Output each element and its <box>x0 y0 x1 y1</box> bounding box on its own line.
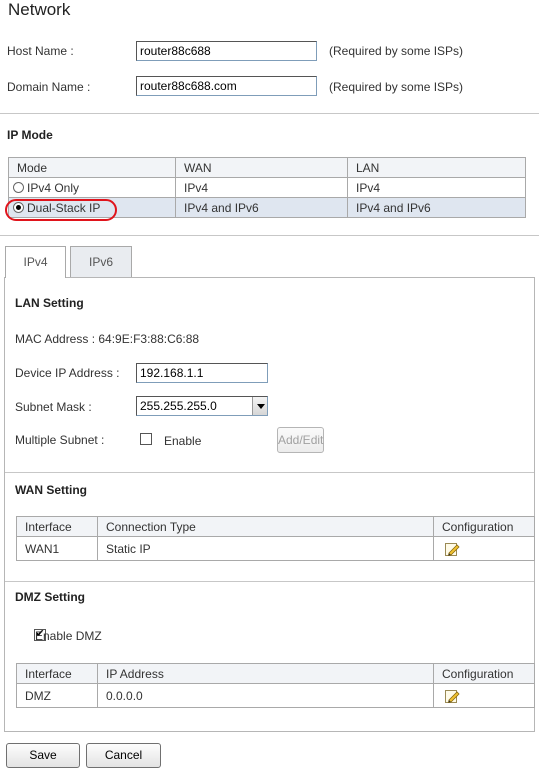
radio-icon[interactable] <box>13 181 24 193</box>
domain-name-label: Domain Name : <box>7 80 91 94</box>
dmz-interface-value: DMZ <box>16 683 98 708</box>
wan-setting-heading: WAN Setting <box>15 483 87 497</box>
dmz-configuration-cell <box>433 683 535 708</box>
dmz-setting-heading: DMZ Setting <box>15 590 85 604</box>
device-ip-label: Device IP Address : <box>15 366 120 380</box>
cancel-button[interactable]: Cancel <box>86 743 161 768</box>
edit-pencil-icon[interactable] <box>444 541 460 557</box>
multiple-subnet-label: Multiple Subnet : <box>15 433 105 447</box>
divider <box>0 113 539 114</box>
ip-mode-lan-value: IPv4 and IPv6 <box>347 197 526 218</box>
wan-table: Interface Connection Type Configuration … <box>16 516 535 561</box>
divider <box>5 581 534 582</box>
tab-ipv4[interactable]: IPv4 <box>5 246 66 278</box>
device-ip-input[interactable] <box>136 363 268 383</box>
ip-mode-wan-value: IPv4 and IPv6 <box>175 197 348 218</box>
wan-connection-type-value: Static IP <box>97 536 434 561</box>
ip-mode-option-ipv4-only[interactable]: IPv4 Only <box>8 177 176 198</box>
lan-setting-heading: LAN Setting <box>15 296 84 310</box>
ip-mode-wan-value: IPv4 <box>175 177 348 198</box>
edit-pencil-icon[interactable] <box>444 688 460 704</box>
wan-col-connection-type: Connection Type <box>97 516 434 537</box>
save-button[interactable]: Save <box>6 743 80 768</box>
mac-address-value: 64:9E:F3:88:C6:88 <box>98 332 200 346</box>
tab-ipv6[interactable]: IPv6 <box>70 246 132 277</box>
checkbox-icon[interactable] <box>140 433 152 445</box>
selection-highlight <box>5 199 117 221</box>
multiple-subnet-enable-label: Enable <box>164 434 202 448</box>
subnet-mask-select[interactable]: 255.255.255.0 <box>136 396 268 416</box>
host-name-input[interactable] <box>136 41 317 61</box>
host-name-note: (Required by some ISPs) <box>329 44 464 58</box>
wan-col-interface: Interface <box>16 516 98 537</box>
table-row: IPv4 Only IPv4 IPv4 <box>8 177 526 198</box>
wan-col-configuration: Configuration <box>433 516 535 537</box>
divider <box>0 235 539 236</box>
dmz-ip-value: 0.0.0.0 <box>97 683 434 708</box>
ip-mode-col-mode: Mode <box>8 157 176 178</box>
table-row: WAN1 Static IP <box>16 536 535 561</box>
divider <box>5 472 534 473</box>
dmz-col-ip-address: IP Address <box>97 663 434 684</box>
dmz-col-configuration: Configuration <box>433 663 535 684</box>
page-title: Network <box>8 0 71 19</box>
subnet-mask-label: Subnet Mask : <box>15 400 92 414</box>
ip-mode-col-lan: LAN <box>347 157 526 178</box>
subnet-mask-value: 255.255.255.0 <box>140 399 217 413</box>
ip-mode-heading: IP Mode <box>7 128 53 142</box>
domain-name-input[interactable] <box>136 76 317 96</box>
ip-mode-option-label: IPv4 Only <box>27 180 80 195</box>
wan-configuration-cell <box>433 536 535 561</box>
enable-dmz-label: Enable DMZ <box>35 629 102 643</box>
table-row: DMZ 0.0.0.0 <box>16 683 535 708</box>
mac-address-label: MAC Address : 64:9E:F3:88:C6:88 <box>15 332 199 346</box>
dmz-col-interface: Interface <box>16 663 98 684</box>
mac-address-label-text: MAC Address : <box>15 332 96 346</box>
ip-mode-lan-value: IPv4 <box>347 177 526 198</box>
domain-name-note: (Required by some ISPs) <box>329 80 464 94</box>
wan-interface-value: WAN1 <box>16 536 98 561</box>
add-edit-button[interactable]: Add/Edit <box>277 427 324 453</box>
host-name-label: Host Name : <box>7 44 74 58</box>
dmz-table: Interface IP Address Configuration DMZ 0… <box>16 663 535 708</box>
ip-mode-col-wan: WAN <box>175 157 348 178</box>
chevron-down-icon[interactable] <box>252 397 267 415</box>
